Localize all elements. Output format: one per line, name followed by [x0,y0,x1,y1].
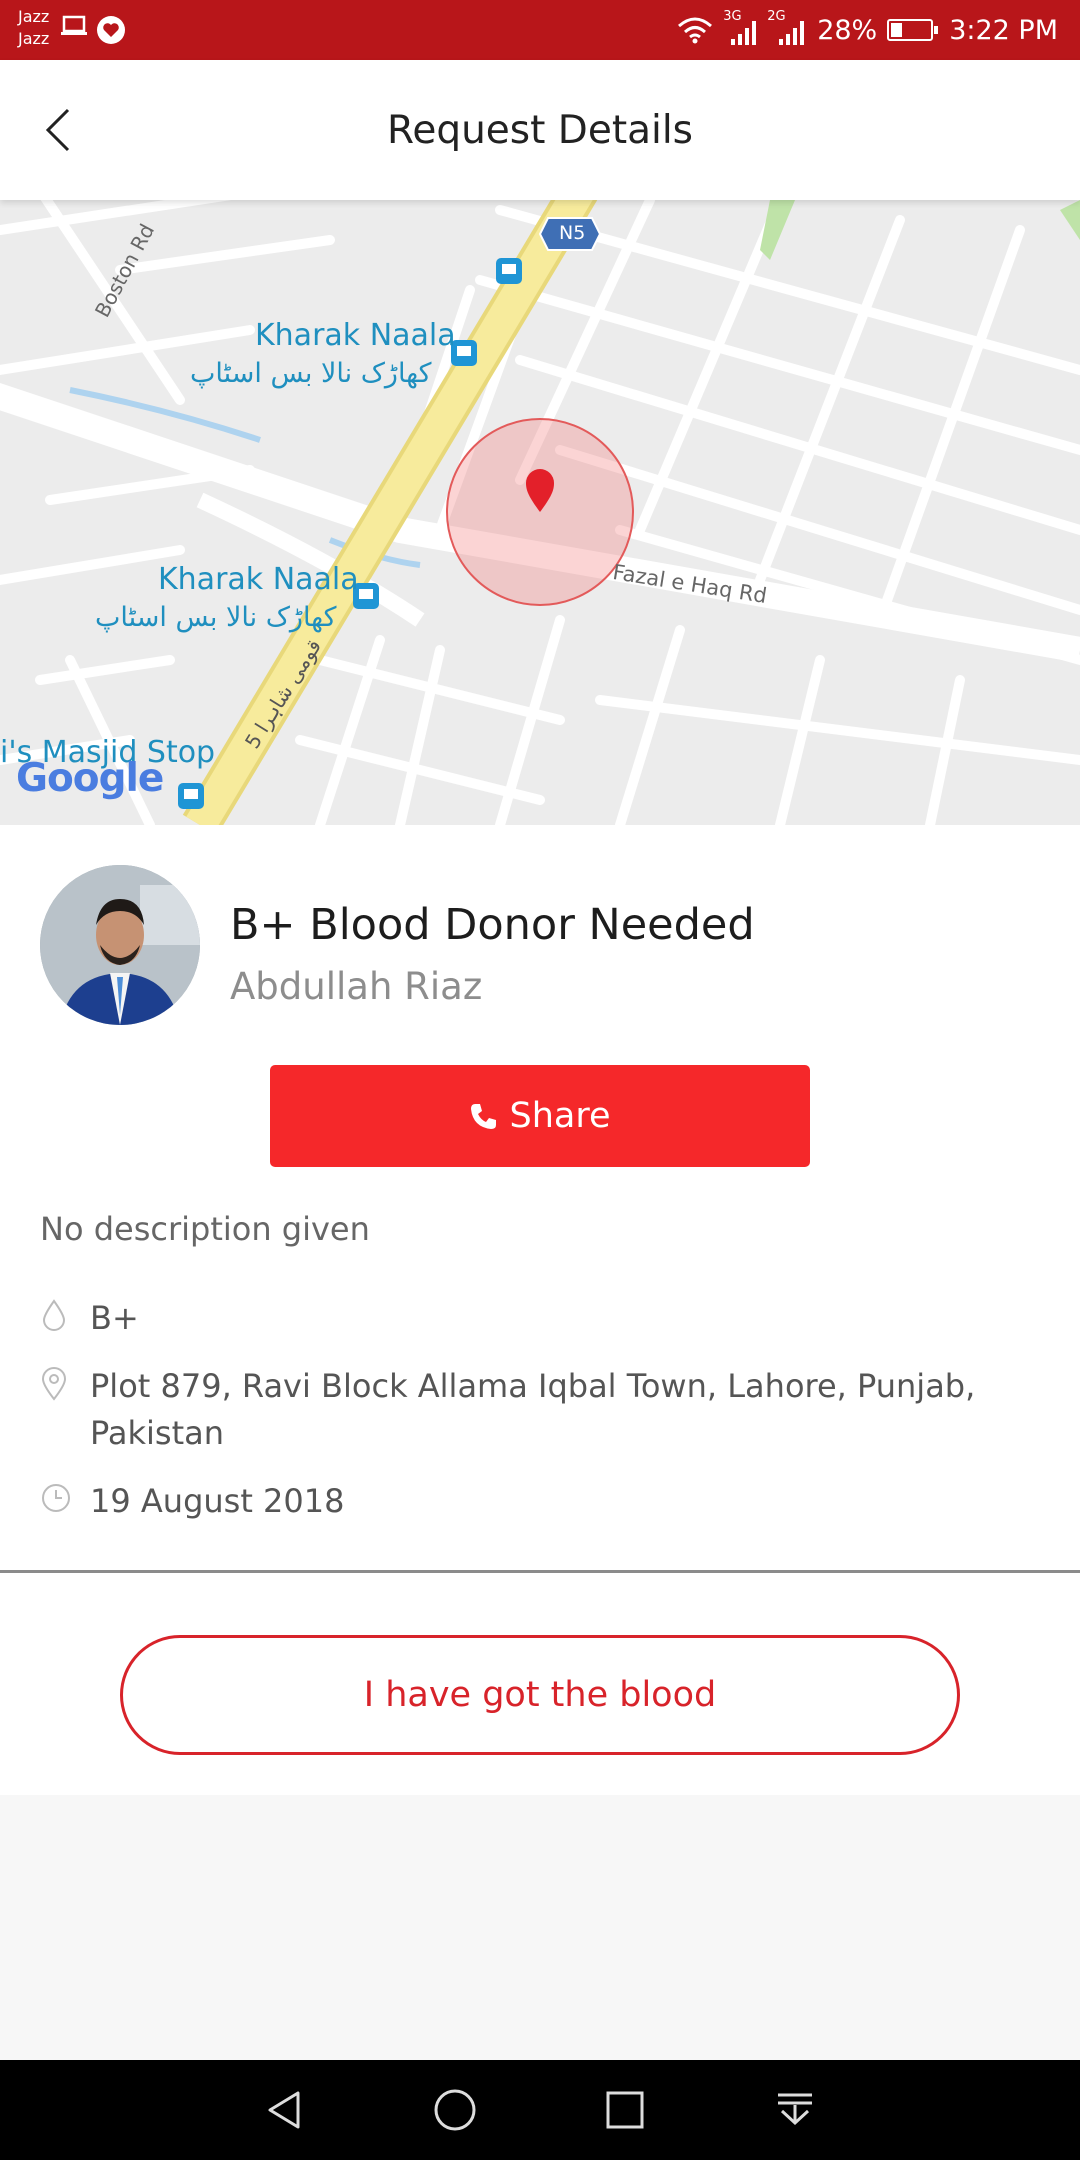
profile-photo [40,865,200,1025]
clock-icon [40,1478,90,1525]
battery-icon [887,19,939,41]
n5-badge-label: N5 [559,222,586,244]
google-logo: Google [16,756,164,801]
request-date: 19 August 2018 [90,1482,345,1520]
description: No description given [40,1210,370,1248]
place-label: Kharak Naala [158,562,359,597]
requester-name: Abdullah Riaz [230,965,483,1008]
map-roads [0,200,1080,825]
page-title: Request Details [386,108,694,153]
battery-fill [891,23,902,37]
recents-nav-icon[interactable] [600,2085,650,2135]
home-nav-icon[interactable] [430,2085,480,2135]
wifi-icon [678,17,713,44]
place-label: کھاڑک نالا بس اسٹاپ [190,358,432,389]
clock: 3:22 PM [949,14,1058,46]
address-row: Plot 879, Ravi Block Allama Iqbal Town, … [40,1363,1010,1457]
date-row: 19 August 2018 [40,1478,1010,1525]
signal-icon [779,21,805,45]
system-nav-bar [0,2060,1080,2160]
carrier-2: Jazz [18,29,50,48]
status-right: 3G 2G 28% 3:22 PM [677,0,1058,60]
got-blood-label: I have got the blood [363,1675,717,1715]
share-button[interactable]: Share [270,1065,810,1167]
location-pin-icon [40,1363,90,1457]
place-label: کھاڑک نالا بس اسٹاپ [95,602,337,633]
back-nav-icon[interactable] [260,2085,310,2135]
laptop-icon [61,15,87,35]
divider [0,1570,1080,1573]
signal-1: 3G [723,9,757,45]
signal-icon [731,21,757,45]
signal-2: 2G [767,9,807,45]
battery-percent: 28% [817,14,878,46]
address: Plot 879, Ravi Block Allama Iqbal Town, … [90,1367,976,1452]
share-label: Share [509,1096,611,1136]
request-title: B+ Blood Donor Needed [230,900,755,950]
place-label: Kharak Naala [255,318,456,353]
phone-icon [471,1104,497,1129]
avatar[interactable] [40,865,200,1025]
request-card: B+ Blood Donor Needed Abdullah Riaz Shar… [0,825,1080,1795]
heart-app-icon [97,16,125,44]
got-blood-button[interactable]: I have got the blood [120,1635,960,1755]
blood-group: B+ [90,1299,139,1337]
carrier-labels: Jazz Jazz [18,6,49,50]
blood-group-row: B+ [40,1295,1010,1342]
status-bar: Jazz Jazz 3G 2G 28% 3:22 PM [0,0,1080,60]
blood-drop-icon [40,1295,90,1342]
location-map[interactable]: N5 Kharak Naala کھاڑک نالا بس اسٹاپ Khar… [0,200,1080,825]
app-bar: Request Details [0,60,1080,200]
carrier-1: Jazz [18,7,50,26]
notification-pull-icon[interactable] [770,2085,820,2135]
